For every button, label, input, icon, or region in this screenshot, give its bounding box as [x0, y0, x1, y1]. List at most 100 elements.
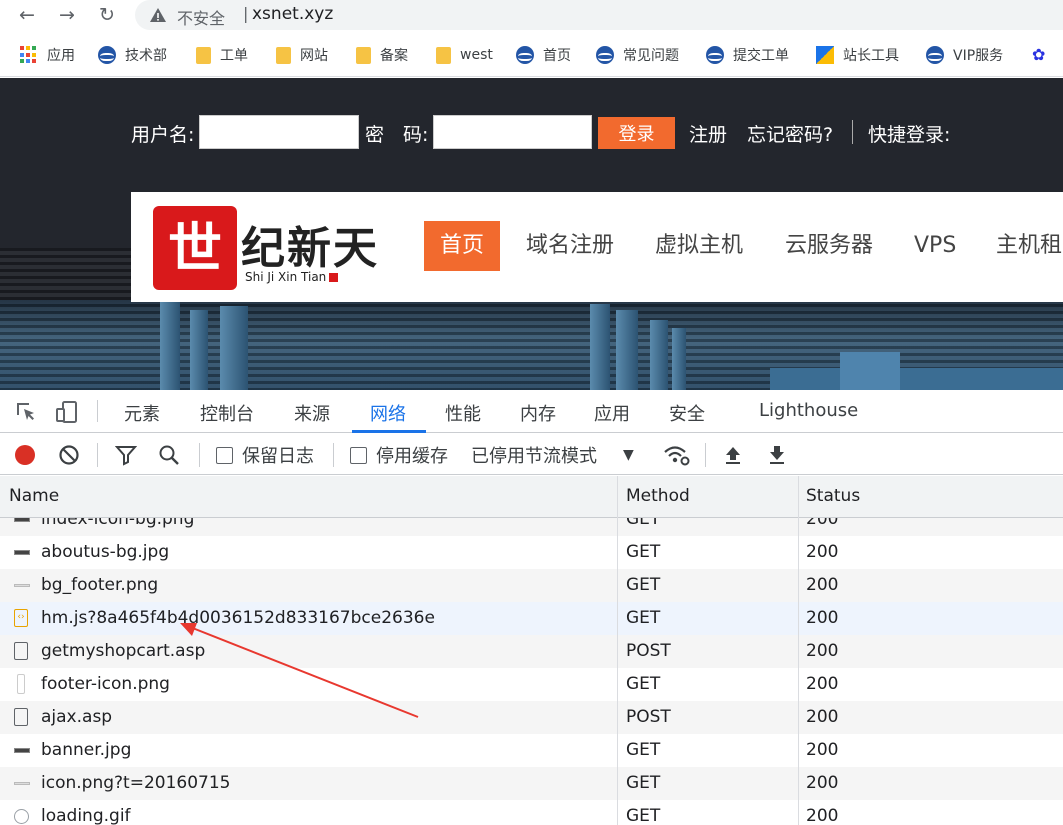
server-graphic: [220, 306, 248, 390]
request-status: 200: [806, 575, 839, 595]
server-graphic: [672, 328, 686, 390]
export-har-button[interactable]: [766, 443, 788, 467]
warning-triangle-icon[interactable]: [149, 6, 167, 24]
devtools-tabbar: 元素 控制台 来源 网络 性能 内存 应用 安全 Lighthouse: [0, 390, 1063, 433]
bookmark-folder-filing[interactable]: 备案: [356, 43, 408, 67]
request-method: GET: [626, 518, 661, 529]
tab-lighthouse[interactable]: Lighthouse: [759, 400, 858, 421]
record-button[interactable]: [15, 443, 35, 467]
register-link[interactable]: 注册: [689, 120, 727, 147]
bookmark-label: 备案: [380, 48, 408, 64]
column-header-name[interactable]: Name: [9, 486, 59, 506]
site-logo[interactable]: 世 纪新天 Shi Ji Xin Tian: [153, 206, 393, 290]
back-arrow-icon[interactable]: ←: [15, 3, 39, 27]
divider: [199, 443, 200, 467]
bookmark-label: 首页: [543, 48, 571, 64]
request-method: GET: [626, 773, 661, 793]
tab-memory[interactable]: 内存: [520, 400, 556, 426]
tab-application[interactable]: 应用: [594, 400, 630, 426]
forward-arrow-icon[interactable]: →: [55, 3, 79, 27]
filter-button[interactable]: [115, 443, 137, 467]
request-status: 200: [806, 674, 839, 694]
nav-home[interactable]: 首页: [424, 221, 501, 271]
nav-vps[interactable]: VPS: [914, 221, 956, 271]
import-har-button[interactable]: [722, 443, 744, 467]
request-method: POST: [626, 641, 671, 661]
active-tab-indicator: [352, 430, 426, 433]
bookmark-vip[interactable]: VIP服务: [926, 43, 1003, 67]
nav-host-rental[interactable]: 主机租: [996, 221, 1062, 271]
request-status: 200: [806, 773, 839, 793]
network-conditions-button[interactable]: [663, 443, 691, 467]
request-method: POST: [626, 707, 671, 727]
request-row[interactable]: ‹› hm.js?8a465f4b4d0036152d833167bce2636e…: [0, 602, 1063, 635]
site-navbar: 世 纪新天 Shi Ji Xin Tian 首页 域名注册 虚拟主机 云服务器 …: [131, 192, 1063, 302]
throttling-select[interactable]: 已停用节流模式 ▼: [471, 443, 634, 467]
request-row[interactable]: aboutus-bg.jpg GET 200: [0, 536, 1063, 569]
browser-toolbar: ← → ↻ 不安全 | xsnet.xyz: [0, 0, 1063, 32]
request-method: GET: [626, 542, 661, 562]
checkbox-icon: [216, 446, 233, 464]
request-method: GET: [626, 608, 661, 628]
west-logo-icon: [706, 46, 724, 64]
inspect-element-icon[interactable]: [14, 400, 38, 424]
preserve-log-label: 保留日志: [242, 446, 314, 467]
bookmark-label: 常见问题: [623, 48, 679, 64]
bookmark-folder-websites[interactable]: 网站: [276, 43, 328, 67]
search-button[interactable]: [158, 443, 180, 467]
request-row[interactable]: ajax.asp POST 200: [0, 701, 1063, 734]
nav-cloud-server[interactable]: 云服务器: [785, 221, 873, 271]
bookmark-submit-ticket[interactable]: 提交工单: [706, 43, 789, 67]
bookmark-baidu[interactable]: ✿: [1032, 43, 1059, 67]
request-table-header: Name Method Status: [0, 476, 1063, 518]
request-row[interactable]: icon.png?t=20160715 GET 200: [0, 767, 1063, 800]
clear-button[interactable]: [58, 443, 80, 467]
west-logo-icon: [98, 46, 116, 64]
request-status: 200: [806, 707, 839, 727]
request-row[interactable]: loading.gif GET 200: [0, 800, 1063, 825]
reload-icon[interactable]: ↻: [95, 3, 119, 27]
request-row[interactable]: bg_footer.png GET 200: [0, 569, 1063, 602]
bookmark-tech[interactable]: 技术部: [98, 43, 167, 67]
request-row[interactable]: banner.jpg GET 200: [0, 734, 1063, 767]
request-status: 200: [806, 806, 839, 825]
quick-login-label: 快捷登录:: [868, 124, 951, 146]
column-header-method[interactable]: Method: [626, 486, 690, 506]
request-method: GET: [626, 674, 661, 694]
address-bar[interactable]: 不安全 | xsnet.xyz: [135, 0, 1063, 30]
bookmark-home[interactable]: 首页: [516, 43, 571, 67]
search-icon: [159, 445, 179, 465]
login-button[interactable]: 登录: [598, 117, 675, 149]
bookmark-apps[interactable]: 应用: [20, 43, 75, 67]
security-status[interactable]: 不安全: [177, 5, 225, 29]
west-logo-icon: [516, 46, 534, 64]
bookmark-folder-tickets[interactable]: 工单: [196, 43, 248, 67]
server-graphic: [616, 310, 638, 390]
username-label: 用户名:: [131, 124, 195, 146]
nav-virtual-hosting[interactable]: 虚拟主机: [655, 221, 743, 271]
tab-network[interactable]: 网络: [370, 400, 406, 426]
nav-domain-registration[interactable]: 域名注册: [526, 221, 614, 271]
column-header-status[interactable]: Status: [806, 486, 860, 506]
folder-icon: [196, 46, 211, 64]
username-input[interactable]: [199, 115, 359, 149]
bookmark-site-tools[interactable]: 站长工具: [816, 43, 899, 67]
bookmark-label: 站长工具: [843, 48, 899, 64]
tab-performance[interactable]: 性能: [445, 400, 481, 426]
device-toolbar-icon[interactable]: [55, 400, 79, 424]
tab-console[interactable]: 控制台: [200, 400, 254, 426]
forgot-password-link[interactable]: 忘记密码?: [747, 120, 833, 147]
url-text[interactable]: xsnet.xyz: [252, 4, 333, 24]
tab-security[interactable]: 安全: [669, 400, 705, 426]
bookmark-faq[interactable]: 常见问题: [596, 43, 679, 67]
disable-cache-checkbox[interactable]: 停用缓存: [350, 443, 448, 467]
request-row[interactable]: getmyshopcart.asp POST 200: [0, 635, 1063, 668]
request-row[interactable]: index-icon-bg.png GET 200: [0, 518, 1063, 536]
password-input[interactable]: [433, 115, 592, 149]
request-row[interactable]: footer-icon.png GET 200: [0, 668, 1063, 701]
preserve-log-checkbox[interactable]: 保留日志: [216, 443, 314, 467]
tab-elements[interactable]: 元素: [124, 400, 160, 426]
bookmark-folder-west[interactable]: west: [436, 43, 493, 67]
tab-sources[interactable]: 来源: [294, 400, 330, 426]
upload-icon: [726, 447, 740, 464]
